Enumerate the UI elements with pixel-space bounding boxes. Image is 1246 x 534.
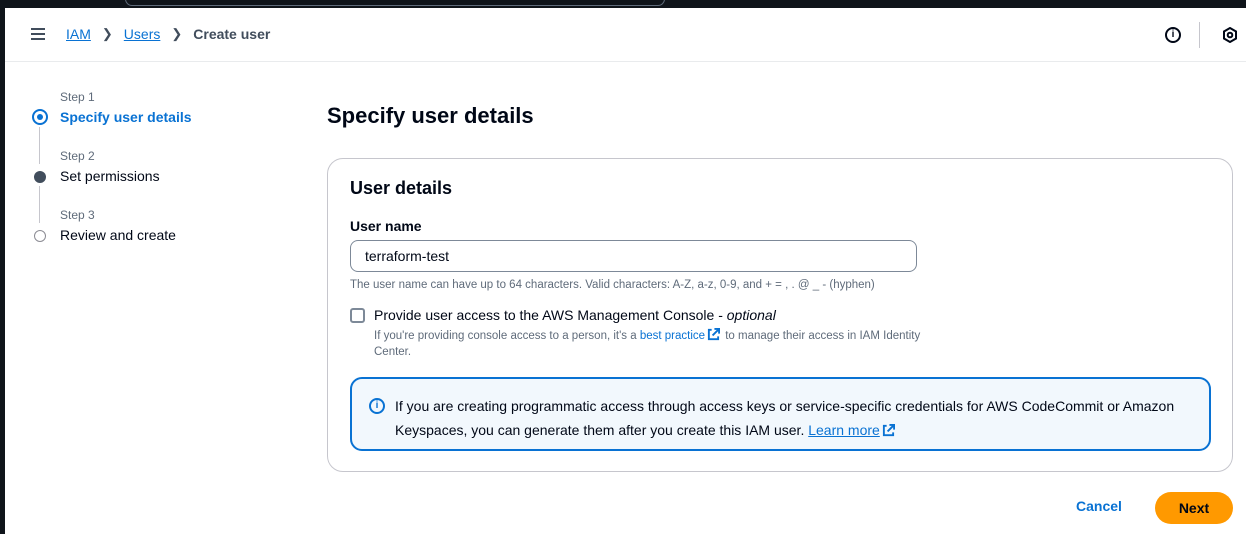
breadcrumb-users[interactable]: Users <box>124 26 161 42</box>
wizard-step-1[interactable]: Step 1 Specify user details <box>32 90 292 149</box>
menu-icon[interactable] <box>31 28 45 40</box>
external-link-icon[interactable] <box>882 424 895 437</box>
username-label: User name <box>350 218 422 234</box>
page-title: Specify user details <box>327 103 534 128</box>
step-icon <box>34 230 46 242</box>
info-alert: i If you are creating programmatic acces… <box>350 377 1211 451</box>
wizard-step-2[interactable]: Step 2 Set permissions <box>32 149 292 208</box>
breadcrumb-iam[interactable]: IAM <box>66 26 91 42</box>
console-access-label[interactable]: Provide user access to the AWS Managemen… <box>374 307 776 323</box>
chevron-right-icon: ❯ <box>171 26 183 41</box>
left-edge <box>0 8 5 534</box>
console-access-description: If you're providing console access to a … <box>374 328 921 358</box>
best-practice-link[interactable]: best practice <box>640 330 705 342</box>
chevron-right-icon: ❯ <box>101 26 113 41</box>
step-number: Step 1 <box>60 90 95 104</box>
breadcrumb-current: Create user <box>193 26 271 42</box>
step-icon <box>34 171 46 183</box>
settings-icon[interactable] <box>1222 27 1238 43</box>
top-search-bar[interactable] <box>125 0 665 6</box>
wizard-step-3[interactable]: Step 3 Review and create <box>32 208 292 267</box>
divider <box>1199 22 1200 48</box>
step-title: Specify user details <box>60 109 192 125</box>
wizard-navigation: Step 1 Specify user details Step 2 Set p… <box>32 90 292 267</box>
username-hint: The user name can have up to 64 characte… <box>350 279 875 291</box>
console-access-checkbox[interactable] <box>350 308 365 323</box>
cancel-button[interactable]: Cancel <box>1076 498 1122 514</box>
external-link-icon[interactable] <box>707 328 721 341</box>
step-title: Review and create <box>60 227 176 243</box>
optional-tag: optional <box>726 307 776 323</box>
username-input[interactable]: terraform-test <box>350 240 917 272</box>
container-header: User details <box>350 178 453 198</box>
info-icon: i <box>369 398 385 414</box>
step-number: Step 3 <box>60 208 95 222</box>
next-button[interactable]: Next <box>1155 492 1233 524</box>
info-icon[interactable]: i <box>1165 27 1181 43</box>
step-number: Step 2 <box>60 149 95 163</box>
step-title: Set permissions <box>60 168 160 184</box>
breadcrumb: IAM ❯ Users ❯ Create user <box>66 26 270 42</box>
top-navigation: IAM ❯ Users ❯ Create user i <box>5 8 1246 62</box>
user-details-container: User details User name terraform-test Th… <box>327 158 1233 472</box>
browser-top-strip <box>0 0 1246 8</box>
active-step-icon <box>32 109 48 125</box>
alert-text: If you are creating programmatic access … <box>395 398 1175 438</box>
learn-more-link[interactable]: Learn more <box>808 422 880 438</box>
